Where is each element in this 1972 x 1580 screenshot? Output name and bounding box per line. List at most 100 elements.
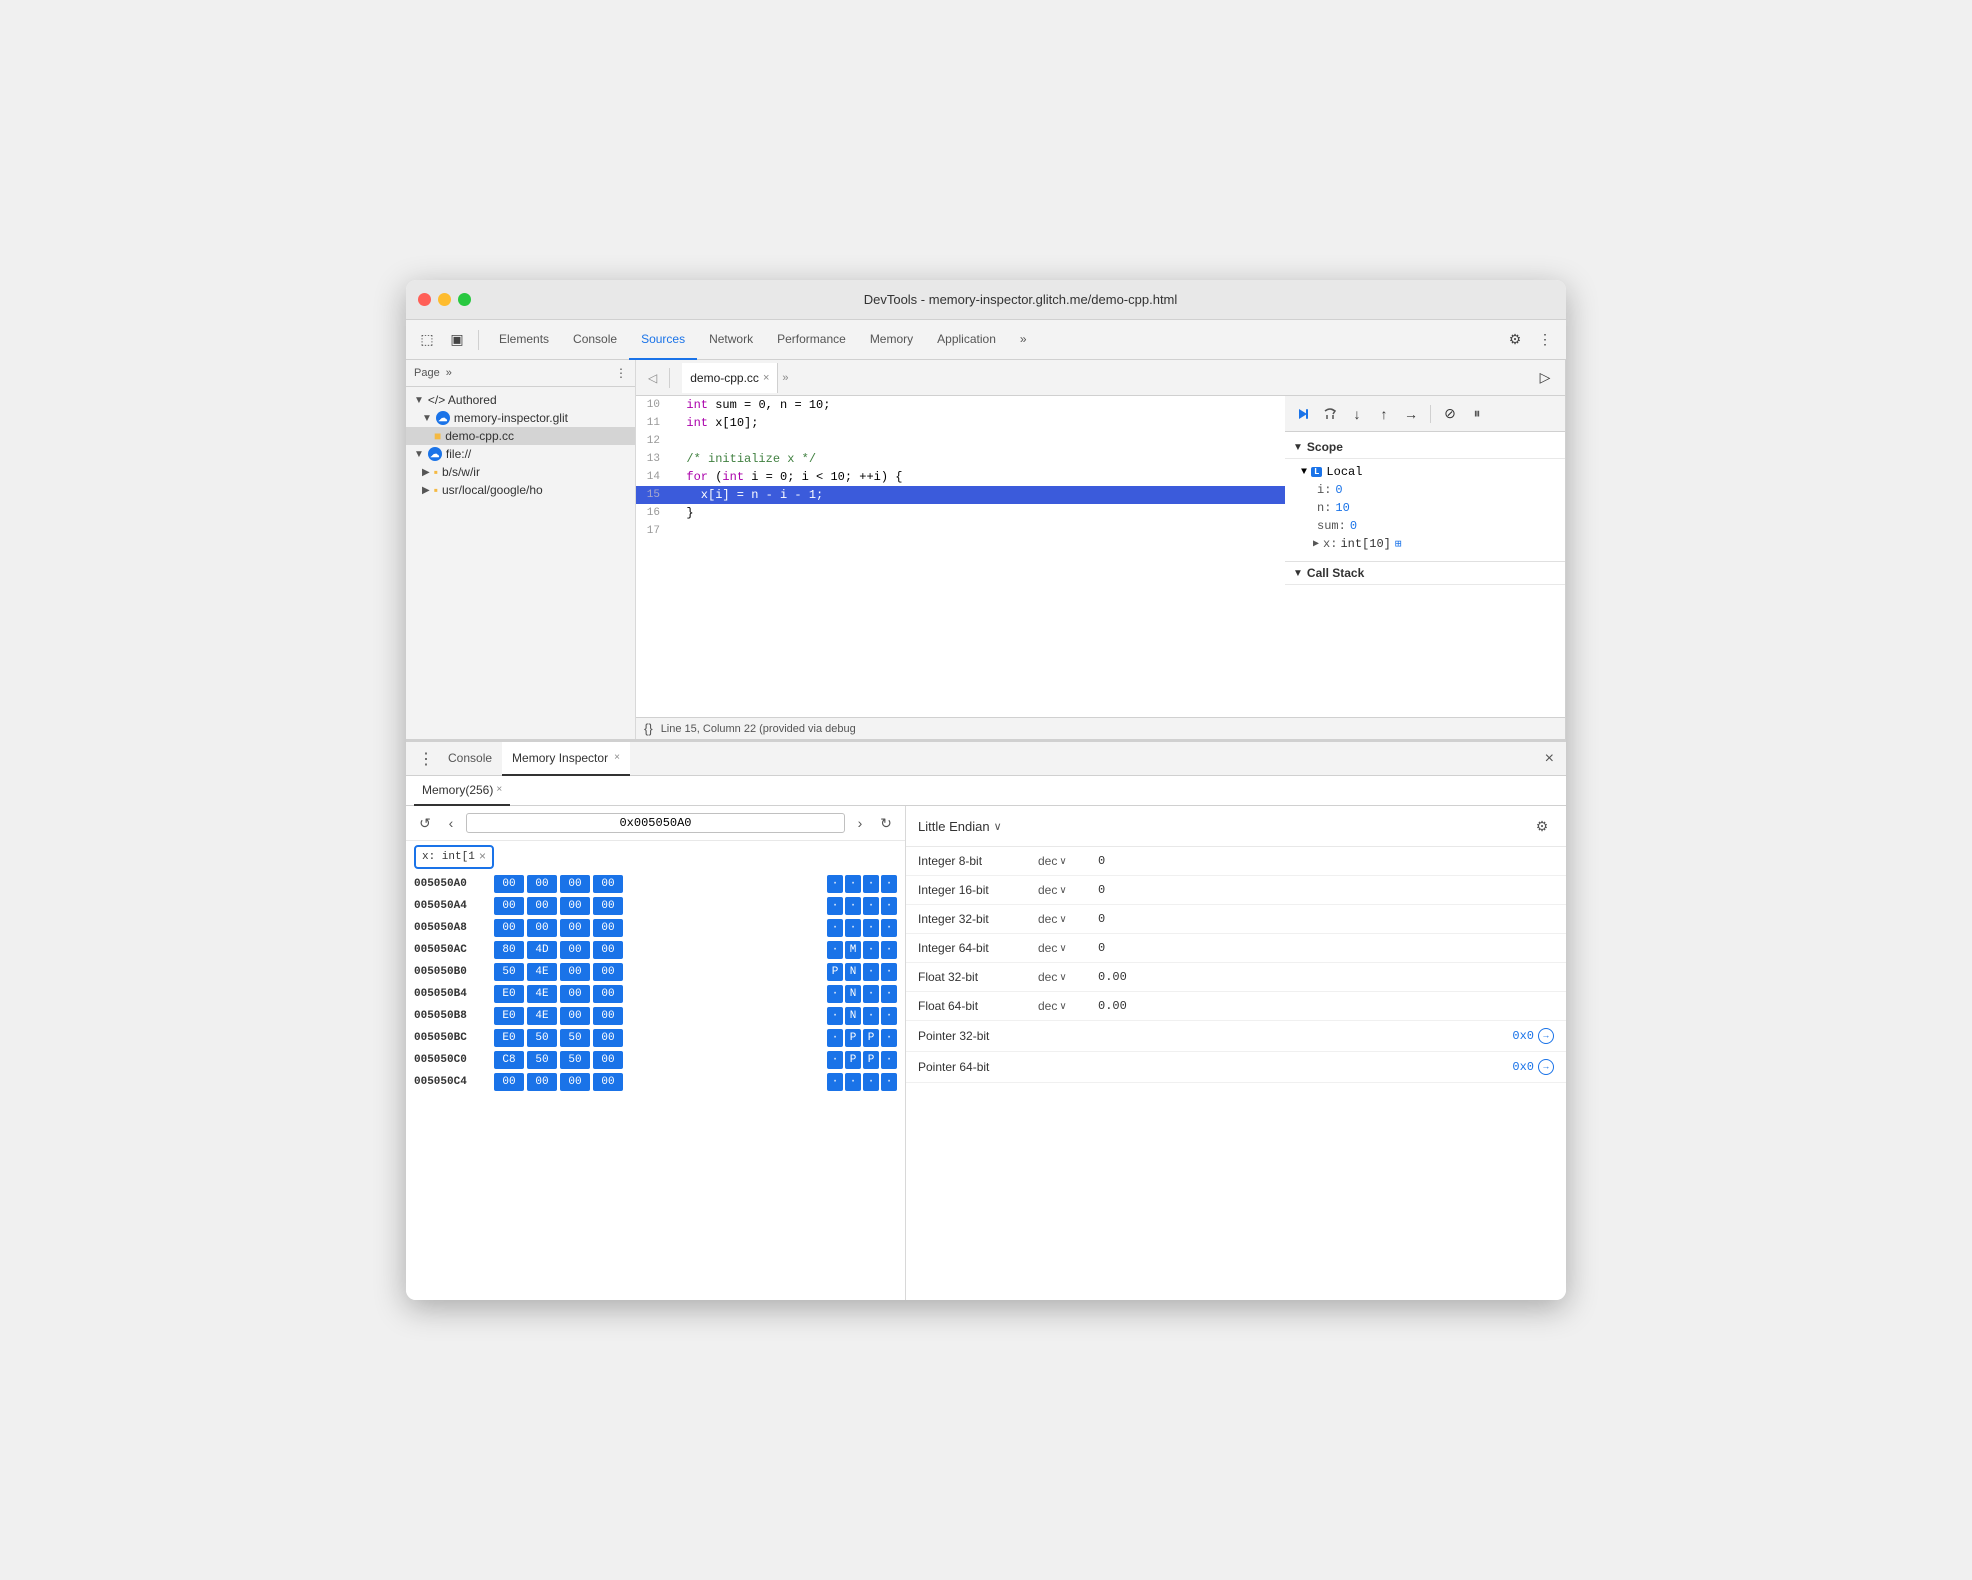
memory-inspector-tab-close-icon[interactable]: × [614,752,620,763]
next-address-button[interactable]: › [849,812,871,834]
pause-button[interactable]: ⏸ [1465,402,1489,426]
hex-byte[interactable]: 00 [593,1007,623,1025]
bottom-panel-menu-icon[interactable]: ⋮ [414,749,438,769]
tab-more[interactable]: » [1008,320,1039,360]
sidebar-menu-icon[interactable]: ⋮ [615,366,627,380]
pointer-navigate-icon[interactable]: → [1538,1059,1554,1075]
sidebar-item-bsw[interactable]: ▶ ▪ b/s/w/ir [406,463,635,481]
file-tabs-more-icon[interactable]: » [778,372,792,384]
maximize-button[interactable] [458,293,471,306]
file-tab-demo-cpp[interactable]: demo-cpp.cc × [682,363,778,393]
hex-byte[interactable]: 00 [593,1051,623,1069]
hex-byte[interactable]: 00 [527,897,557,915]
hex-byte[interactable]: 50 [560,1051,590,1069]
step-into-button[interactable]: ↓ [1345,402,1369,426]
step-out-button[interactable]: ↑ [1372,402,1396,426]
insp-pointer-value[interactable]: 0x0 → [1512,1028,1554,1044]
pointer-navigate-icon[interactable]: → [1538,1028,1554,1044]
hex-byte[interactable]: 00 [560,875,590,893]
insp-format-selector-int16[interactable]: dec ∨ [1038,883,1098,897]
hex-byte[interactable]: E0 [494,985,524,1003]
call-stack-header[interactable]: ▼ Call Stack [1285,562,1565,585]
more-menu-icon[interactable]: ⋮ [1532,327,1558,353]
hex-byte[interactable]: 4D [527,941,557,959]
bottom-panel-close-icon[interactable]: × [1541,750,1558,768]
hex-byte[interactable]: 00 [560,941,590,959]
scope-item-x[interactable]: ▶ x: int[10] ⊞ [1285,535,1565,553]
settings-icon[interactable]: ⚙ [1502,327,1528,353]
inspector-settings-button[interactable]: ⚙ [1530,814,1554,838]
code-action-icon[interactable]: ▷ [1533,366,1557,390]
deactivate-button[interactable]: ⊘ [1438,402,1462,426]
insp-format-selector-int32[interactable]: dec ∨ [1038,912,1098,926]
sidebar-item-authored[interactable]: ▼ </> Authored [406,391,635,409]
hex-byte[interactable]: C8 [494,1051,524,1069]
hex-byte[interactable]: 00 [593,985,623,1003]
hex-byte[interactable]: 00 [560,1007,590,1025]
hex-byte[interactable]: 00 [527,1073,557,1091]
hex-byte[interactable]: 4E [527,1007,557,1025]
hex-byte[interactable]: 00 [593,941,623,959]
insp-format-selector-int8[interactable]: dec ∨ [1038,854,1098,868]
hex-byte[interactable]: 00 [593,875,623,893]
bottom-tab-console[interactable]: Console [438,742,502,776]
hex-byte[interactable]: 00 [560,1073,590,1091]
hex-byte[interactable]: 00 [560,963,590,981]
sidebar-toggle-icon[interactable]: ◁ [644,371,661,385]
memory-subtab-close-icon[interactable]: × [496,784,502,795]
hex-byte[interactable]: E0 [494,1029,524,1047]
cursor-icon[interactable]: ⬚ [414,327,440,353]
bottom-tab-memory-inspector[interactable]: Memory Inspector × [502,742,630,776]
tab-sources[interactable]: Sources [629,320,697,360]
sidebar-item-file[interactable]: ▼ ☁ file:// [406,445,635,463]
insp-format-selector-int64[interactable]: dec ∨ [1038,941,1098,955]
hex-byte[interactable]: 00 [593,1029,623,1047]
hex-byte[interactable]: 00 [494,1073,524,1091]
tab-network[interactable]: Network [697,320,765,360]
step-button[interactable]: → [1399,402,1423,426]
hex-byte[interactable]: 00 [593,1073,623,1091]
previous-address-button[interactable]: ‹ [440,812,462,834]
tab-performance[interactable]: Performance [765,320,858,360]
insp-pointer-value[interactable]: 0x0 → [1512,1059,1554,1075]
dock-icon[interactable]: ▣ [444,327,470,353]
hex-byte[interactable]: 00 [593,897,623,915]
hex-byte[interactable]: 00 [593,919,623,937]
scope-section-header[interactable]: ▼ Scope [1285,436,1565,459]
hex-byte[interactable]: 00 [560,985,590,1003]
hex-byte[interactable]: 00 [494,875,524,893]
insp-format-selector-float32[interactable]: dec ∨ [1038,970,1098,984]
memory-inspect-icon[interactable]: ⊞ [1395,537,1402,551]
history-back-button[interactable]: ↺ [414,812,436,834]
tab-elements[interactable]: Elements [487,320,561,360]
tab-application[interactable]: Application [925,320,1008,360]
refresh-button[interactable]: ↻ [875,812,897,834]
hex-byte[interactable]: 00 [560,897,590,915]
hex-byte[interactable]: 00 [593,963,623,981]
hex-byte[interactable]: 50 [494,963,524,981]
endian-selector[interactable]: Little Endian ∨ [918,819,1002,834]
minimize-button[interactable] [438,293,451,306]
hex-byte[interactable]: 4E [527,985,557,1003]
hex-byte[interactable]: 00 [527,919,557,937]
hex-byte[interactable]: 50 [527,1029,557,1047]
sidebar-item-memory-inspector-glitch[interactable]: ▼ ☁ memory-inspector.glit [406,409,635,427]
resume-button[interactable] [1291,402,1315,426]
tab-memory[interactable]: Memory [858,320,925,360]
scope-local-header[interactable]: ▼ L Local [1285,463,1565,481]
hex-byte[interactable]: 50 [560,1029,590,1047]
sidebar-more-icon[interactable]: » [446,367,452,379]
hex-byte[interactable]: 00 [527,875,557,893]
close-button[interactable] [418,293,431,306]
expression-close-icon[interactable]: × [479,850,486,864]
hex-byte[interactable]: E0 [494,1007,524,1025]
hex-byte[interactable]: 00 [494,919,524,937]
sidebar-item-demo-cpp-cc[interactable]: ■ demo-cpp.cc [406,427,635,445]
hex-byte[interactable]: 00 [560,919,590,937]
sidebar-item-usr-local[interactable]: ▶ ▪ usr/local/google/ho [406,481,635,499]
hex-byte[interactable]: 50 [527,1051,557,1069]
tab-console[interactable]: Console [561,320,629,360]
hex-byte[interactable]: 4E [527,963,557,981]
address-input[interactable] [466,813,845,833]
file-tab-close-icon[interactable]: × [763,372,769,384]
